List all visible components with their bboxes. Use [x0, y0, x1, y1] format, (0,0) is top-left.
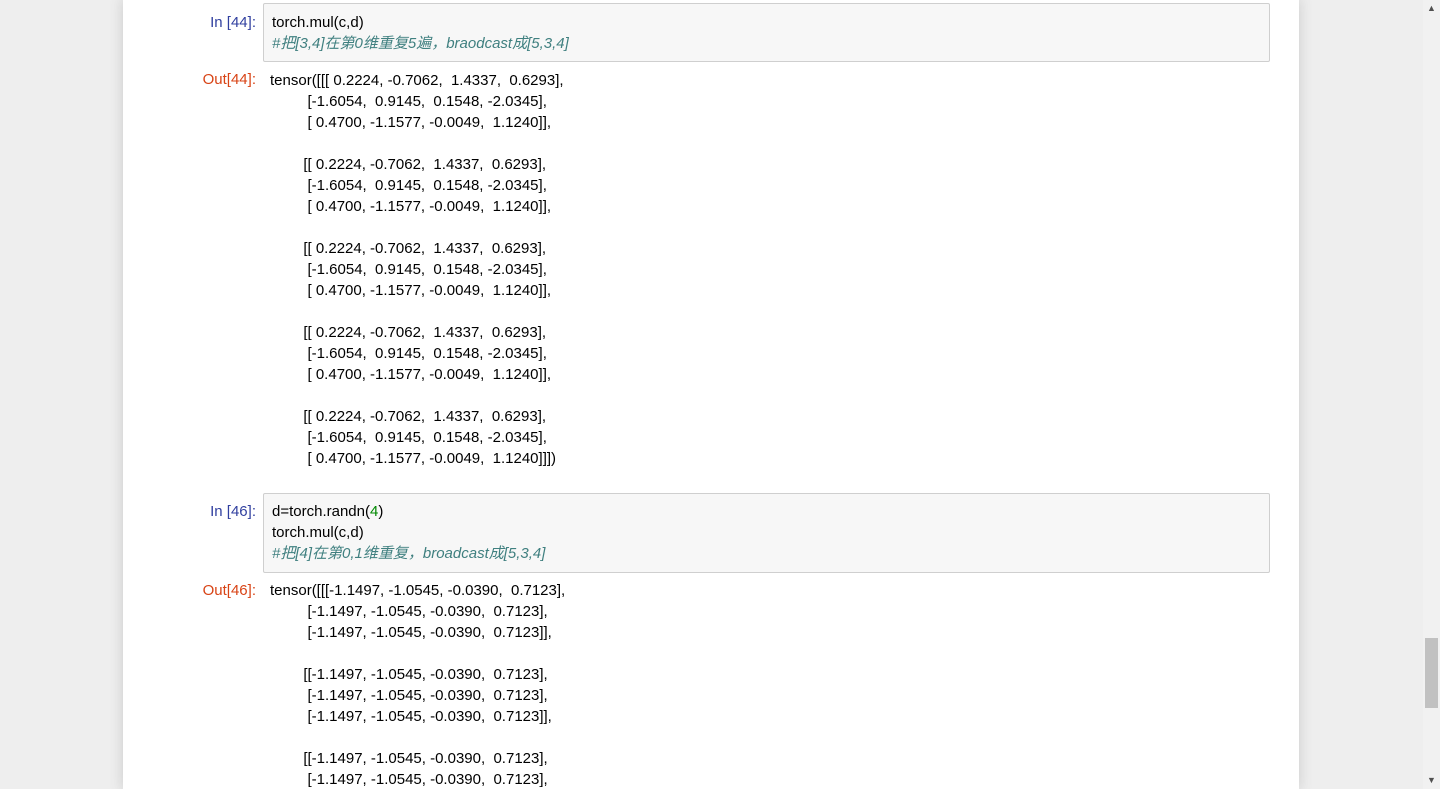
output-line: [-1.6054, 0.9145, 0.1548, -2.0345],: [270, 93, 547, 110]
output-line: [-1.1497, -1.0545, -0.0390, 0.7123]],: [270, 708, 552, 725]
output-line: [-1.1497, -1.0545, -0.0390, 0.7123]],: [270, 624, 552, 641]
output-line: [-1.1497, -1.0545, -0.0390, 0.7123],: [270, 603, 548, 620]
code-input-area[interactable]: d=torch.randn(4) torch.mul(c,d) #把[4]在第0…: [263, 493, 1270, 573]
output-line: [[-1.1497, -1.0545, -0.0390, 0.7123],: [270, 750, 548, 767]
output-line: [[ 0.2224, -0.7062, 1.4337, 0.6293],: [270, 408, 547, 425]
output-text: tensor([[[-1.1497, -1.0545, -0.0390, 0.7…: [270, 580, 565, 789]
output-text: tensor([[[ 0.2224, -0.7062, 1.4337, 0.62…: [270, 70, 564, 469]
code-input-area[interactable]: torch.mul(c,d) #把[3,4]在第0维重复5遍，braodcast…: [263, 3, 1270, 62]
code-line: d=torch.randn(4): [272, 501, 1269, 522]
output-line: [[-1.1497, -1.0545, -0.0390, 0.7123],: [270, 666, 548, 683]
input-prompt: In [46]:: [210, 503, 256, 520]
scrollbar-thumb[interactable]: [1425, 638, 1438, 708]
output-line: [ 0.4700, -1.1577, -0.0049, 1.1240]],: [270, 114, 552, 131]
code-line: torch.mul(c,d): [272, 524, 364, 541]
output-line: [ 0.4700, -1.1577, -0.0049, 1.1240]]]): [270, 450, 557, 467]
output-line: [ 0.4700, -1.1577, -0.0049, 1.1240]],: [270, 366, 552, 383]
output-line: [[ 0.2224, -0.7062, 1.4337, 0.6293],: [270, 324, 547, 341]
scroll-up-icon[interactable]: ▲: [1423, 0, 1440, 17]
output-line: [-1.6054, 0.9145, 0.1548, -2.0345],: [270, 345, 547, 362]
code-text: d=torch.randn(: [272, 503, 370, 520]
output-line: [ 0.4700, -1.1577, -0.0049, 1.1240]],: [270, 198, 552, 215]
notebook-container: In [44]: torch.mul(c,d) #把[3,4]在第0维重复5遍，…: [123, 0, 1299, 789]
output-line: [-1.6054, 0.9145, 0.1548, -2.0345],: [270, 261, 547, 278]
output-line: [ 0.4700, -1.1577, -0.0049, 1.1240]],: [270, 282, 552, 299]
output-prompt: Out[46]:: [202, 582, 256, 599]
output-line: tensor([[[-1.1497, -1.0545, -0.0390, 0.7…: [270, 582, 566, 599]
input-prompt: In [44]:: [210, 14, 256, 31]
output-line: tensor([[[ 0.2224, -0.7062, 1.4337, 0.62…: [270, 72, 564, 89]
output-line: [[ 0.2224, -0.7062, 1.4337, 0.6293],: [270, 156, 547, 173]
scroll-down-icon[interactable]: ▼: [1423, 772, 1440, 789]
output-line: [-1.6054, 0.9145, 0.1548, -2.0345],: [270, 429, 547, 446]
code-text: ): [378, 503, 384, 520]
code-line: torch.mul(c,d): [272, 14, 364, 31]
vertical-scrollbar[interactable]: ▲ ▼: [1423, 0, 1440, 789]
output-line: [-1.1497, -1.0545, -0.0390, 0.7123],: [270, 687, 548, 704]
output-prompt: Out[44]:: [202, 71, 256, 88]
output-line: [-1.6054, 0.9145, 0.1548, -2.0345],: [270, 177, 547, 194]
code-comment: #把[4]在第0,1维重复，broadcast成[5,3,4]: [272, 545, 546, 562]
output-line: [-1.1497, -1.0545, -0.0390, 0.7123],: [270, 771, 548, 788]
code-comment: #把[3,4]在第0维重复5遍，braodcast成[5,3,4]: [272, 35, 569, 52]
output-line: [[ 0.2224, -0.7062, 1.4337, 0.6293],: [270, 240, 547, 257]
